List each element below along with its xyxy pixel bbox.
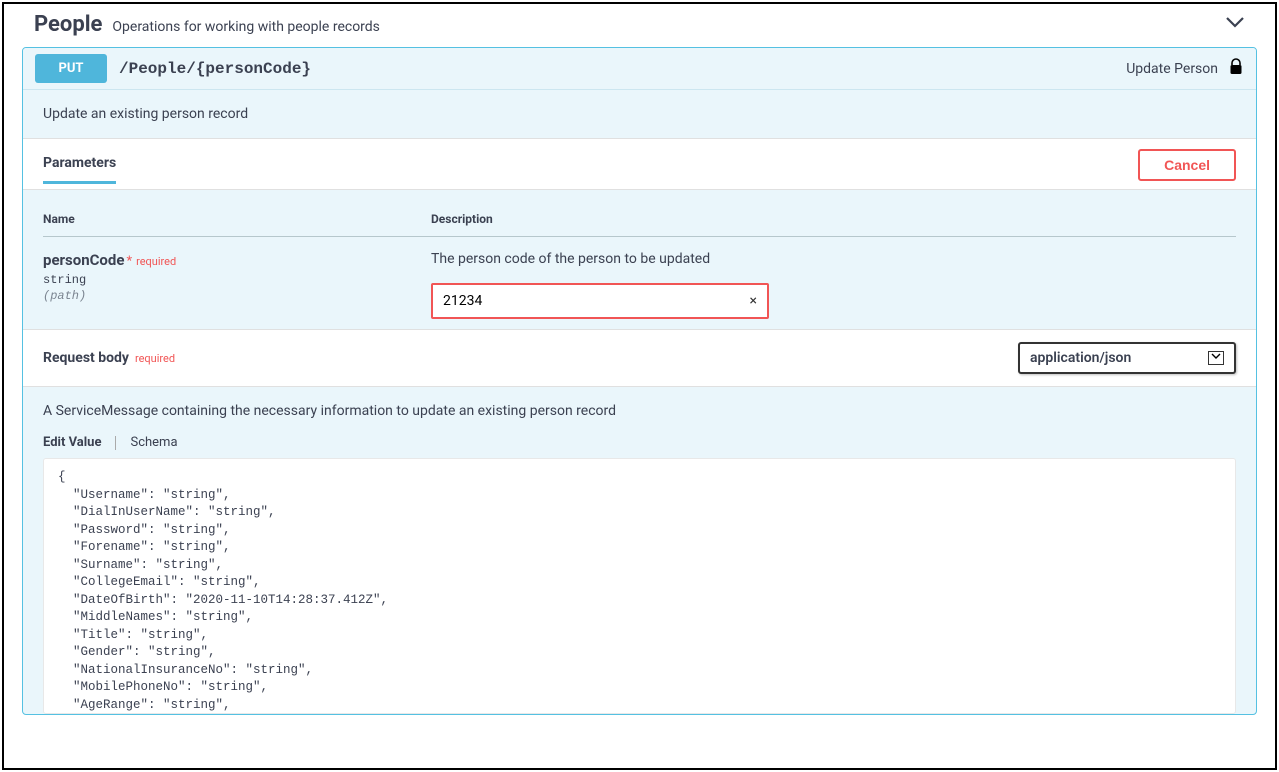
tab-edit-value[interactable]: Edit Value (43, 435, 101, 450)
parameters-table: Name Description personCode * required s… (23, 190, 1256, 329)
section-title: People (34, 12, 102, 37)
section-description: Operations for working with people recor… (112, 19, 380, 35)
request-body-section: A ServiceMessage containing the necessar… (23, 387, 1256, 714)
param-input-wrap: × (431, 283, 769, 319)
clear-input-icon[interactable]: × (740, 293, 767, 309)
request-body-required: required (135, 352, 175, 365)
tab-divider (115, 436, 116, 450)
chevron-down-icon[interactable] (1225, 14, 1245, 33)
cancel-button[interactable]: Cancel (1138, 149, 1236, 181)
tab-schema[interactable]: Schema (130, 435, 177, 450)
lock-icon[interactable] (1228, 58, 1244, 80)
personcode-input[interactable] (433, 285, 740, 317)
operation-summary[interactable]: PUT /People/{personCode} Update Person (23, 48, 1256, 90)
body-tabs: Edit Value Schema (43, 435, 1236, 450)
parameters-table-head: Name Description (43, 212, 1236, 237)
section-header[interactable]: People Operations for working with peopl… (4, 4, 1275, 47)
operation-block: PUT /People/{personCode} Update Person U… (22, 47, 1257, 715)
param-type: string (43, 273, 431, 287)
operation-path: /People/{personCode} (119, 60, 1126, 78)
param-description: The person code of the person to be upda… (431, 251, 1236, 267)
required-label: required (136, 255, 176, 268)
param-name: personCode (43, 251, 124, 269)
param-location: (path) (43, 289, 431, 303)
col-header-name: Name (43, 212, 431, 226)
request-body-bar: Request body required application/json (23, 329, 1256, 387)
parameter-name-cell: personCode * required string (path) (43, 251, 431, 319)
request-body-editor[interactable]: { "Username": "string", "DialInUserName"… (43, 458, 1236, 714)
content-type-select[interactable]: application/json (1018, 342, 1236, 374)
content-type-value: application/json (1030, 350, 1200, 366)
request-body-title: Request body (43, 350, 129, 366)
operation-description: Update an existing person record (23, 90, 1256, 138)
parameter-desc-cell: The person code of the person to be upda… (431, 251, 1236, 319)
parameters-tab[interactable]: Parameters (43, 155, 116, 184)
select-caret-icon (1208, 351, 1224, 365)
app-frame: People Operations for working with peopl… (2, 2, 1277, 770)
parameters-bar: Parameters Cancel (23, 138, 1256, 190)
required-star: * (126, 254, 132, 269)
parameter-row: personCode * required string (path) The … (43, 237, 1236, 319)
summary-right: Update Person (1126, 58, 1244, 80)
operation-summary-text: Update Person (1126, 61, 1218, 77)
request-body-description: A ServiceMessage containing the necessar… (43, 403, 1236, 419)
method-badge: PUT (35, 54, 107, 83)
col-header-description: Description (431, 212, 1236, 226)
